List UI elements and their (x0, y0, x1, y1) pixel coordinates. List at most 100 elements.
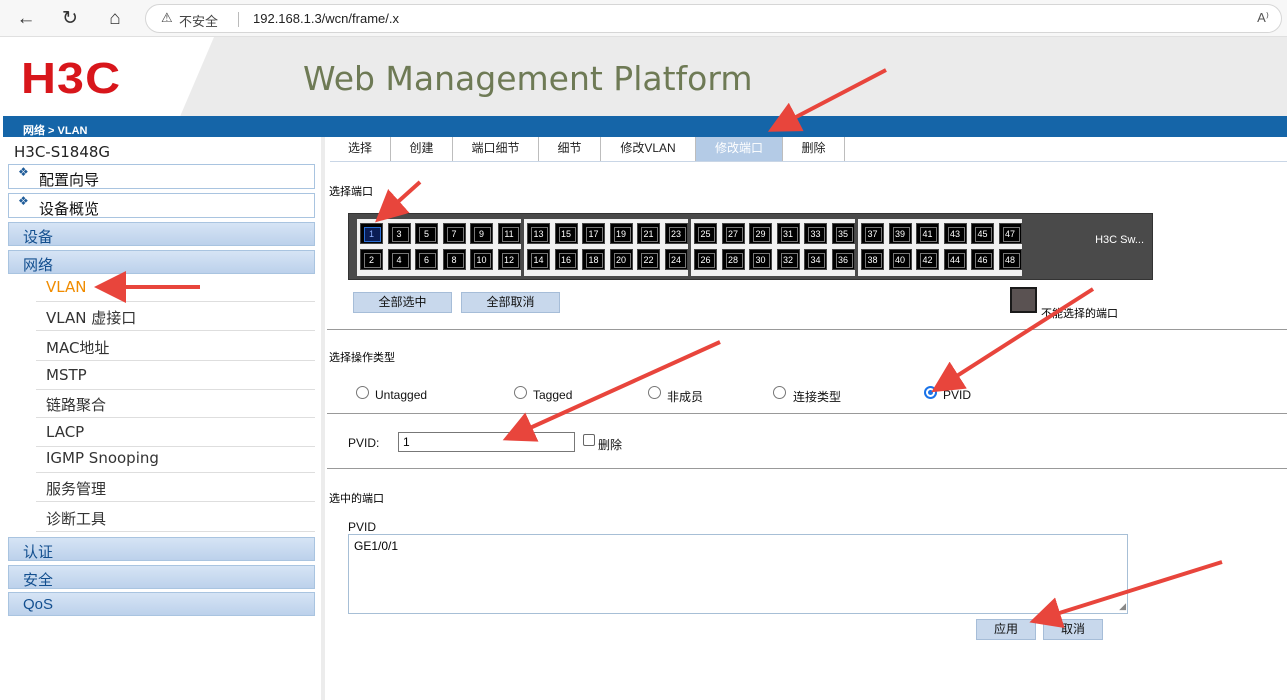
sidebar-item-mstp[interactable]: MSTP (36, 361, 315, 390)
switch-port[interactable]: 32 (776, 249, 800, 270)
switch-port[interactable]: 21 (637, 223, 660, 244)
switch-port[interactable]: 37 (861, 223, 884, 244)
app-title: Web Management Platform (303, 59, 753, 98)
sidebar-item-lacp[interactable]: LACP (36, 418, 315, 447)
radio-untagged[interactable] (356, 386, 369, 399)
switch-port[interactable]: 20 (609, 249, 633, 270)
switch-port[interactable]: 3 (387, 223, 411, 244)
switch-port[interactable]: 46 (971, 249, 994, 270)
tab-port-detail[interactable]: 端口细节 (453, 137, 539, 161)
radio-non-member[interactable] (648, 386, 661, 399)
switch-port[interactable]: 6 (415, 249, 438, 270)
switch-port[interactable]: 41 (916, 223, 939, 244)
switch-port[interactable]: 22 (637, 249, 660, 270)
switch-port[interactable]: 14 (527, 249, 550, 270)
warning-icon[interactable]: ⚠ (161, 10, 173, 26)
switch-port[interactable]: 42 (916, 249, 939, 270)
read-aloud-icon[interactable]: A⁾ (1257, 10, 1269, 26)
tab-modify-vlan[interactable]: 修改VLAN (601, 137, 696, 161)
switch-port[interactable]: 48 (998, 249, 1022, 270)
switch-port[interactable]: 45 (971, 223, 994, 244)
switch-port[interactable]: 9 (470, 223, 493, 244)
deselect-all-button[interactable]: 全部取消 (461, 292, 560, 313)
sidebar-item-device-overview[interactable]: ❖ 设备概览 (8, 193, 315, 218)
refresh-icon[interactable]: ↻ (56, 5, 84, 33)
switch-port[interactable]: 23 (664, 223, 688, 244)
switch-port[interactable]: 5 (415, 223, 438, 244)
switch-port[interactable]: 35 (831, 223, 855, 244)
tab-modify-port[interactable]: 修改端口 (696, 137, 783, 161)
switch-port[interactable]: 34 (804, 249, 827, 270)
switch-port[interactable]: 4 (387, 249, 411, 270)
radio-tagged[interactable] (514, 386, 527, 399)
switch-port[interactable]: 30 (749, 249, 772, 270)
h3c-logo: H3C (21, 54, 122, 103)
back-icon[interactable]: ← (12, 5, 40, 33)
sidebar-item-diagnostic-tools[interactable]: 诊断工具 (36, 503, 315, 532)
tab-delete[interactable]: 删除 (783, 137, 845, 161)
switch-port[interactable]: 39 (888, 223, 912, 244)
sidebar-section-auth[interactable]: 认证 (8, 537, 315, 561)
address-bar[interactable]: ⚠ 不安全 192.168.1.3/wcn/frame/.x A⁾ (145, 4, 1282, 33)
tab-create[interactable]: 创建 (391, 137, 453, 161)
delete-checkbox[interactable] (583, 434, 595, 446)
resize-handle-icon[interactable]: ◢ (1119, 601, 1126, 612)
radio-pvid[interactable] (924, 386, 937, 399)
switch-port[interactable]: 26 (694, 249, 717, 270)
sidebar-item-setup-wizard[interactable]: ❖ 配置向导 (8, 164, 315, 189)
switch-port[interactable]: 11 (497, 223, 521, 244)
switch-port[interactable]: 44 (943, 249, 967, 270)
switch-port[interactable]: 24 (664, 249, 688, 270)
sidebar-item-vlan[interactable]: VLAN (36, 273, 315, 302)
switch-port[interactable]: 29 (749, 223, 772, 244)
sidebar-section-qos[interactable]: QoS (8, 592, 315, 616)
tab-bar: 选择 创建 端口细节 细节 修改VLAN 修改端口 删除 (330, 137, 1287, 162)
sidebar-item-label: 诊断工具 (46, 510, 107, 528)
switch-port[interactable]: 38 (861, 249, 884, 270)
section-label: 安全 (23, 572, 54, 589)
tab-select[interactable]: 选择 (330, 137, 391, 161)
sidebar-section-security[interactable]: 安全 (8, 565, 315, 589)
sidebar-item-service-management[interactable]: 服务管理 (36, 473, 315, 502)
switch-port[interactable]: 18 (582, 249, 605, 270)
port-number: 23 (670, 229, 681, 239)
switch-port[interactable]: 40 (888, 249, 912, 270)
device-name: H3C-S1848G (14, 143, 111, 161)
sidebar-item-link-aggregation[interactable]: 链路聚合 (36, 389, 315, 418)
switch-port[interactable]: 31 (776, 223, 800, 244)
switch-port[interactable]: 19 (609, 223, 633, 244)
switch-port[interactable]: 15 (554, 223, 578, 244)
switch-port[interactable]: 17 (582, 223, 605, 244)
switch-port[interactable]: 28 (721, 249, 745, 270)
switch-panel: 1 3 5 7 9 11 13 15 17 19 21 23 25 27 29 31 33 35 37 39 41 43 4… (348, 213, 1153, 280)
switch-port[interactable]: 7 (442, 223, 466, 244)
tab-detail[interactable]: 细节 (539, 137, 601, 161)
url-text[interactable]: 192.168.1.3/wcn/frame/.x (253, 11, 399, 26)
switch-port[interactable]: 8 (442, 249, 466, 270)
switch-port[interactable]: 2 (360, 249, 383, 270)
pvid-input[interactable]: 1 (398, 432, 575, 452)
switch-port[interactable]: 47 (998, 223, 1022, 244)
cancel-button[interactable]: 取消 (1043, 619, 1103, 640)
switch-port[interactable]: 33 (804, 223, 827, 244)
select-all-button[interactable]: 全部选中 (353, 292, 452, 313)
sidebar-section-network[interactable]: 网络 (8, 250, 315, 274)
radio-link-type[interactable] (773, 386, 786, 399)
switch-port[interactable]: 16 (554, 249, 578, 270)
home-icon[interactable]: ⌂ (101, 5, 129, 33)
selected-ports-textarea[interactable]: GE1/0/1 ◢ (348, 534, 1128, 614)
sidebar-section-device[interactable]: 设备 (8, 222, 315, 246)
switch-port[interactable]: 43 (943, 223, 967, 244)
switch-port[interactable]: 27 (721, 223, 745, 244)
apply-button[interactable]: 应用 (976, 619, 1036, 640)
sidebar-item-igmp-snooping[interactable]: IGMP Snooping (36, 444, 315, 473)
switch-port[interactable]: 12 (497, 249, 521, 270)
switch-port[interactable]: 10 (470, 249, 493, 270)
sidebar-item-vlan-interface[interactable]: VLAN 虚接口 (36, 302, 315, 331)
switch-port[interactable]: 25 (694, 223, 717, 244)
switch-port[interactable]: 1 (360, 223, 383, 244)
switch-port[interactable]: 36 (831, 249, 855, 270)
sidebar-item-mac-address[interactable]: MAC地址 (36, 332, 315, 361)
switch-port[interactable]: 13 (527, 223, 550, 244)
insecure-label[interactable]: 不安全 (179, 11, 218, 30)
